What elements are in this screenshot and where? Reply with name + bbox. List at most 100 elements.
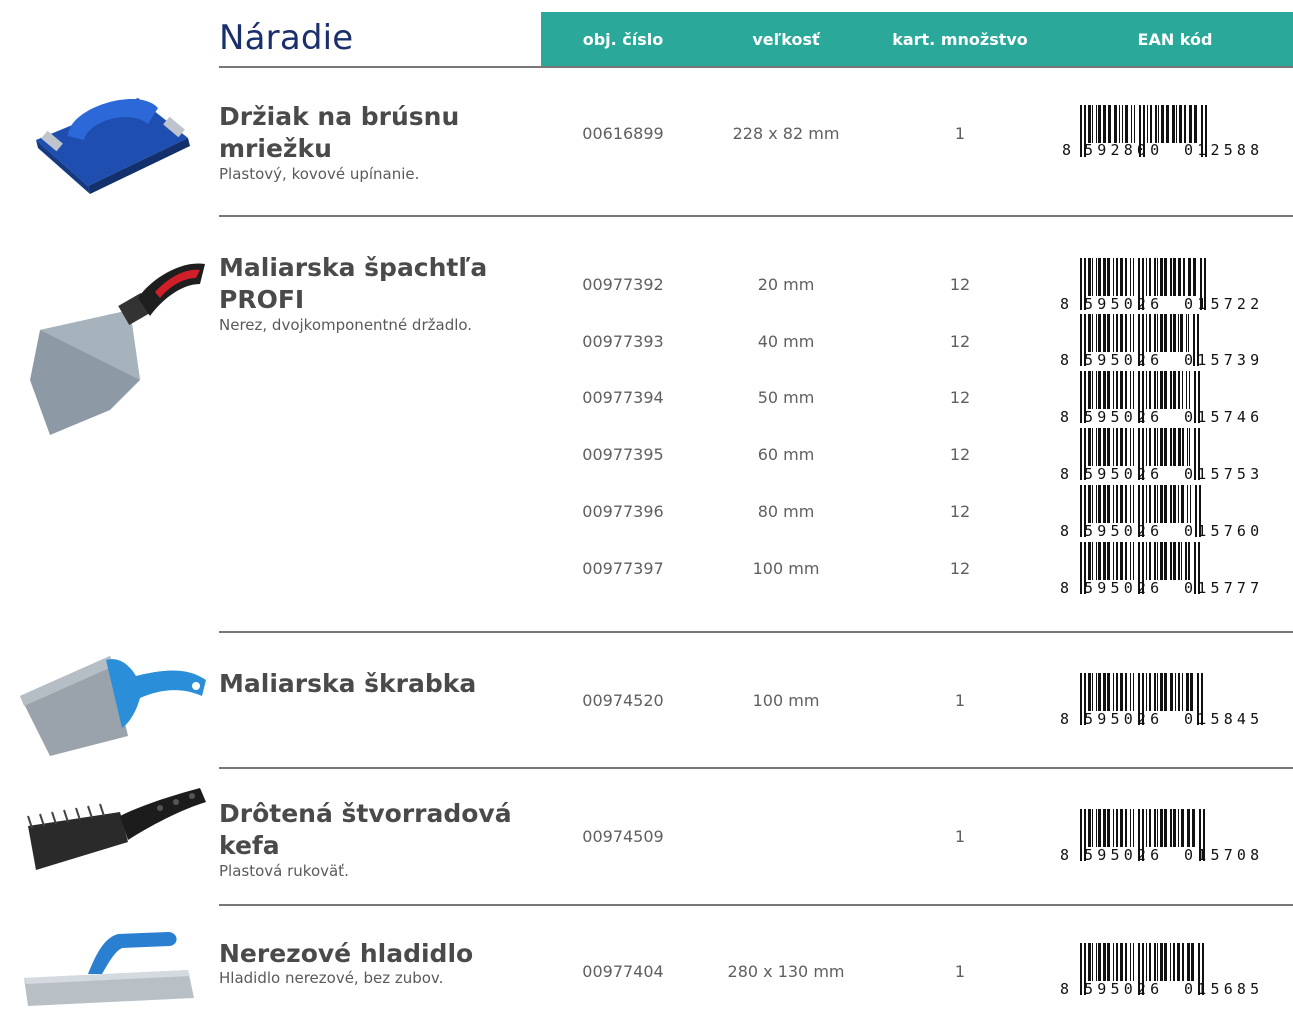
barcode-bar (1098, 314, 1101, 352)
barcode-bar (1130, 542, 1131, 580)
barcode-bar (1103, 809, 1106, 847)
barcode-bar (1080, 105, 1082, 157)
table-cell-qty: 12 (949, 388, 971, 407)
table-cell-size: 20 mm (757, 275, 815, 294)
barcode-bar (1149, 809, 1151, 847)
barcode-bar (1131, 105, 1132, 143)
barcode-digits-right: 015685 (1184, 980, 1263, 997)
barcode-bar (1147, 105, 1148, 143)
barcode-bar (1125, 105, 1128, 143)
barcode-bar (1134, 105, 1135, 143)
barcode-digits-right: 015708 (1184, 846, 1263, 863)
barcode-bar (1189, 428, 1190, 466)
barcode-bar (1092, 542, 1093, 580)
barcode-bar (1164, 258, 1167, 296)
barcode-bar (1125, 673, 1127, 711)
barcode-bar (1173, 314, 1176, 352)
barcode-bar (1170, 943, 1171, 981)
barcode-bar (1107, 428, 1110, 466)
barcode-bar (1092, 258, 1093, 296)
table-cell-code: 00974509 (582, 827, 664, 846)
trowel-icon (18, 918, 208, 1010)
barcode-digit-first: 8 (1062, 141, 1071, 159)
barcode-digit-first: 8 (1060, 465, 1069, 482)
barcode-bar (1113, 943, 1114, 981)
barcode: 8 592800 012588 (1058, 103, 1284, 163)
barcode-bar (1125, 314, 1127, 352)
barcode: 8 595026 015722 (1058, 256, 1284, 316)
table-cell-size: 100 mm (752, 691, 820, 710)
barcode-bar (1157, 258, 1158, 296)
barcode-bar (1154, 943, 1156, 981)
barcode-bar (1107, 809, 1110, 847)
barcode-bar (1146, 428, 1147, 466)
barcode-bar (1130, 428, 1131, 466)
barcode-bar (1160, 314, 1163, 352)
barcode-bar (1113, 258, 1114, 296)
barcode-bar (1133, 809, 1134, 847)
barcode-bar (1178, 542, 1180, 580)
barcode-bar (1170, 542, 1172, 580)
barcode-bar (1160, 542, 1163, 580)
barcode-digits-left: 595026 (1084, 465, 1163, 482)
barcode-bar (1146, 371, 1147, 409)
barcode-bar (1120, 943, 1123, 981)
barcode-bar (1125, 809, 1127, 847)
barcode-bar (1154, 485, 1156, 523)
barcode-bar (1157, 314, 1158, 352)
barcode-bar (1154, 371, 1156, 409)
barcode-bar (1178, 258, 1181, 296)
row-divider (219, 631, 1293, 633)
barcode-bar (1160, 809, 1163, 847)
barcode: 8 595026 015753 (1058, 426, 1284, 486)
barcode-bar (1154, 258, 1156, 296)
column-header-size: veľkosť (752, 30, 820, 49)
barcode-bar (1160, 673, 1163, 711)
barcode-bar (1157, 428, 1158, 466)
row-divider (219, 767, 1293, 769)
barcode-bar (1178, 485, 1179, 523)
barcode-bar (1096, 314, 1097, 352)
barcode-bar (1157, 485, 1158, 523)
barcode-digit-first: 8 (1060, 846, 1069, 863)
barcode-bar (1107, 485, 1110, 523)
barcode-bar (1157, 371, 1158, 409)
barcode-bar (1170, 485, 1172, 523)
barcode-bar (1096, 371, 1097, 409)
barcode-bar (1080, 371, 1082, 423)
table-cell-code: 00977397 (582, 559, 664, 578)
barcode-bar (1080, 809, 1082, 861)
barcode-bar (1186, 371, 1187, 409)
table-cell-size: 228 x 82 mm (732, 124, 840, 143)
table-cell-qty: 12 (949, 559, 971, 578)
barcode-bar (1120, 809, 1123, 847)
barcode-bar (1186, 673, 1189, 711)
barcode-bar (1116, 314, 1118, 352)
barcode-bar (1103, 428, 1106, 466)
barcode-digits-right: 015777 (1184, 579, 1263, 596)
barcode-bar (1130, 485, 1131, 523)
barcode-bar (1120, 428, 1123, 466)
barcode-bar (1088, 943, 1091, 981)
barcode-digits-left: 595026 (1084, 522, 1163, 539)
barcode-digit-first: 8 (1060, 710, 1069, 727)
barcode-bar (1172, 105, 1175, 143)
barcode-bar (1192, 809, 1195, 847)
barcode-bar (1170, 314, 1172, 352)
putty-knife-icon (10, 250, 210, 449)
barcode-bar (1108, 105, 1111, 143)
column-header-ean: EAN kód (1137, 30, 1213, 49)
barcode-bar (1080, 485, 1082, 537)
barcode-bar (1088, 485, 1091, 523)
barcode-bar (1133, 673, 1134, 711)
barcode-bar (1149, 673, 1151, 711)
barcode-bar (1130, 371, 1131, 409)
barcode-digits-right: 015746 (1184, 408, 1263, 425)
barcode-bar (1182, 673, 1183, 711)
barcode-digits-left: 595026 (1084, 579, 1163, 596)
barcode-bar (1160, 428, 1163, 466)
table-cell-code: 00977393 (582, 332, 664, 351)
barcode-bar (1116, 673, 1118, 711)
scraper-icon (10, 636, 210, 775)
barcode-bar (1113, 314, 1114, 352)
